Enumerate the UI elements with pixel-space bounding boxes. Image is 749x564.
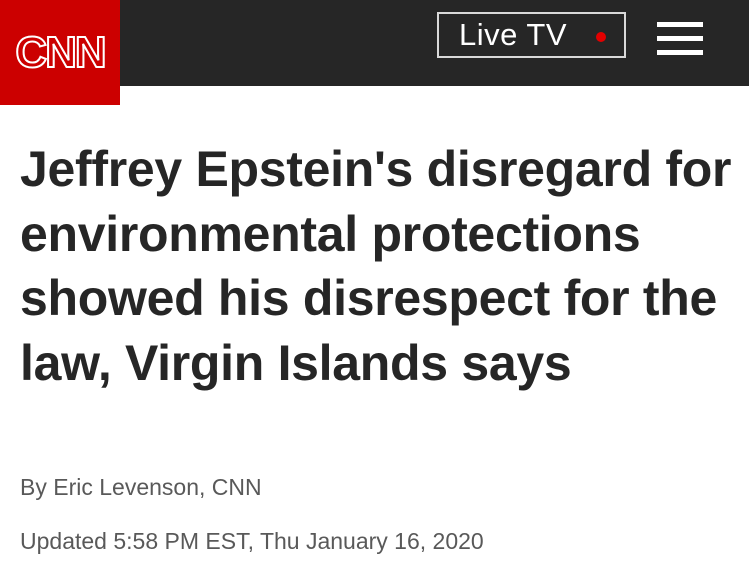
- article-updated-timestamp: Updated 5:58 PM EST, Thu January 16, 202…: [20, 528, 484, 554]
- menu-bar-line: [657, 36, 703, 41]
- live-tv-label: Live TV: [459, 17, 568, 52]
- cnn-logo[interactable]: CNN: [0, 0, 120, 105]
- top-navigation-bar: CNN Live TV: [0, 0, 749, 105]
- cnn-logo-text: CNN: [14, 27, 107, 77]
- menu-bar-line: [657, 22, 703, 27]
- menu-bar-line: [657, 50, 703, 55]
- live-indicator-icon: [596, 32, 606, 42]
- article-headline: Jeffrey Epstein's disregard for environm…: [20, 141, 732, 391]
- live-tv-button[interactable]: Live TV: [437, 12, 626, 58]
- article-byline: By Eric Levenson, CNN: [20, 474, 262, 500]
- hamburger-menu-icon[interactable]: [657, 22, 703, 58]
